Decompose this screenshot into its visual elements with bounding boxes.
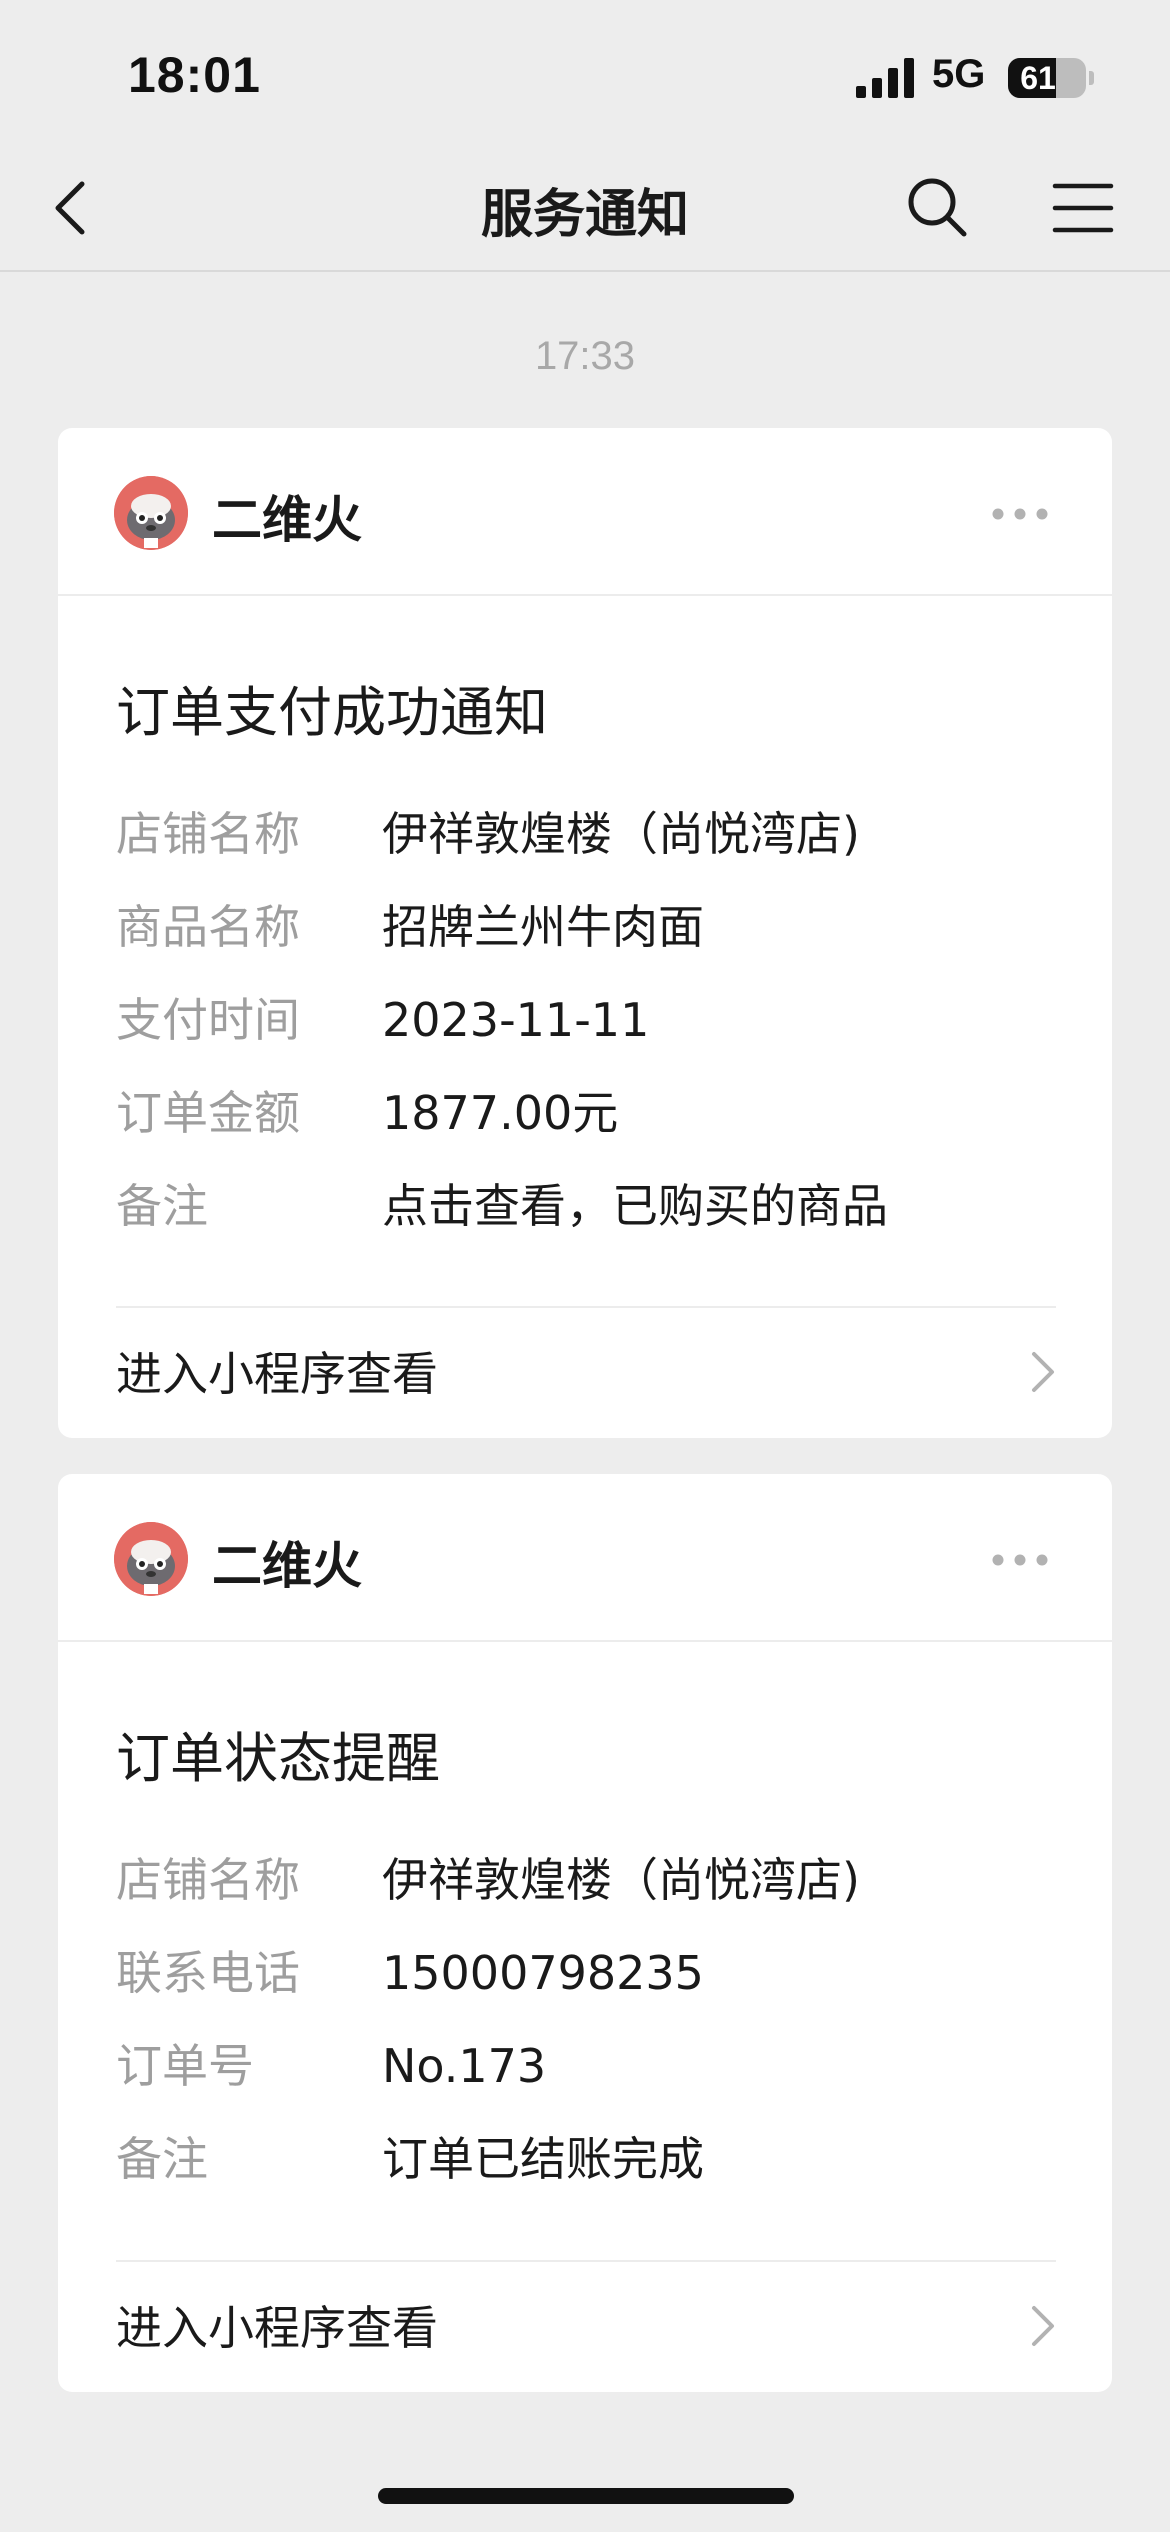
field-value: 15000798235 — [382, 1946, 704, 2000]
field-label: 备注 — [116, 1179, 208, 1233]
link-label: 进入小程序查看 — [116, 1347, 438, 1401]
notification-card: 二维火 订单状态提醒 店铺名称 伊祥敦煌楼（尚悦湾店) 联系电话 1500079… — [58, 1474, 1112, 2392]
field-value[interactable]: 点击查看，已购买的商品 — [382, 1171, 888, 1241]
hamburger-menu-icon[interactable] — [1052, 180, 1114, 236]
field-value: No.173 — [382, 2039, 547, 2093]
battery-cap — [1089, 71, 1094, 85]
field-label: 店铺名称 — [116, 807, 300, 861]
mascot-icon — [114, 476, 188, 550]
field-label: 订单金额 — [116, 1086, 300, 1140]
field-value: 伊祥敦煌楼（尚悦湾店) — [382, 1853, 860, 1907]
field-label: 支付时间 — [116, 993, 300, 1047]
message-timestamp: 17:33 — [534, 334, 636, 378]
cellular-signal-icon — [856, 58, 914, 98]
battery-icon: 61 — [1008, 58, 1086, 98]
status-time: 18:01 — [128, 47, 261, 103]
notification-card: 二维火 订单支付成功通知 店铺名称 伊祥敦煌楼（尚悦湾店) 商品名称 招牌兰州牛… — [58, 428, 1112, 1438]
field-label: 店铺名称 — [116, 1853, 300, 1907]
open-mini-program-link[interactable]: 进入小程序查看 — [58, 2262, 1112, 2392]
nav-bar: 服务通知 — [0, 150, 1170, 272]
sender-name: 二维火 — [212, 1537, 362, 1595]
field-value: 伊祥敦煌楼（尚悦湾店) — [382, 807, 860, 861]
avatar[interactable] — [114, 476, 188, 550]
more-options-icon[interactable] — [990, 1552, 1050, 1568]
chevron-right-icon — [1032, 1352, 1054, 1392]
field-value: 2023-11-11 — [382, 993, 650, 1047]
field-value: 招牌兰州牛肉面 — [382, 900, 704, 954]
home-indicator[interactable] — [378, 2488, 794, 2504]
field-value: 1877.00元 — [382, 1086, 619, 1140]
card-header[interactable]: 二维火 — [58, 428, 1112, 596]
notification-title: 订单支付成功通知 — [116, 681, 548, 744]
battery-percent: 61 — [1020, 60, 1056, 96]
field-label: 订单号 — [116, 2039, 254, 2093]
link-label: 进入小程序查看 — [116, 2301, 438, 2355]
status-bar: 18:01 5G 61 — [0, 0, 1170, 150]
mascot-icon — [114, 1522, 188, 1596]
chevron-right-icon — [1032, 2306, 1054, 2346]
field-label: 备注 — [116, 2132, 208, 2186]
field-value: 订单已结账完成 — [382, 2132, 704, 2186]
search-icon[interactable] — [904, 174, 970, 240]
card-header[interactable]: 二维火 — [58, 1474, 1112, 1642]
field-label: 联系电话 — [116, 1946, 300, 2000]
open-mini-program-link[interactable]: 进入小程序查看 — [58, 1308, 1112, 1438]
field-label: 商品名称 — [116, 900, 300, 954]
page-title: 服务通知 — [480, 185, 689, 245]
sender-name: 二维火 — [212, 491, 362, 549]
notification-title: 订单状态提醒 — [116, 1727, 440, 1790]
more-options-icon[interactable] — [990, 506, 1050, 522]
network-type: 5G — [932, 52, 986, 96]
avatar[interactable] — [114, 1522, 188, 1596]
